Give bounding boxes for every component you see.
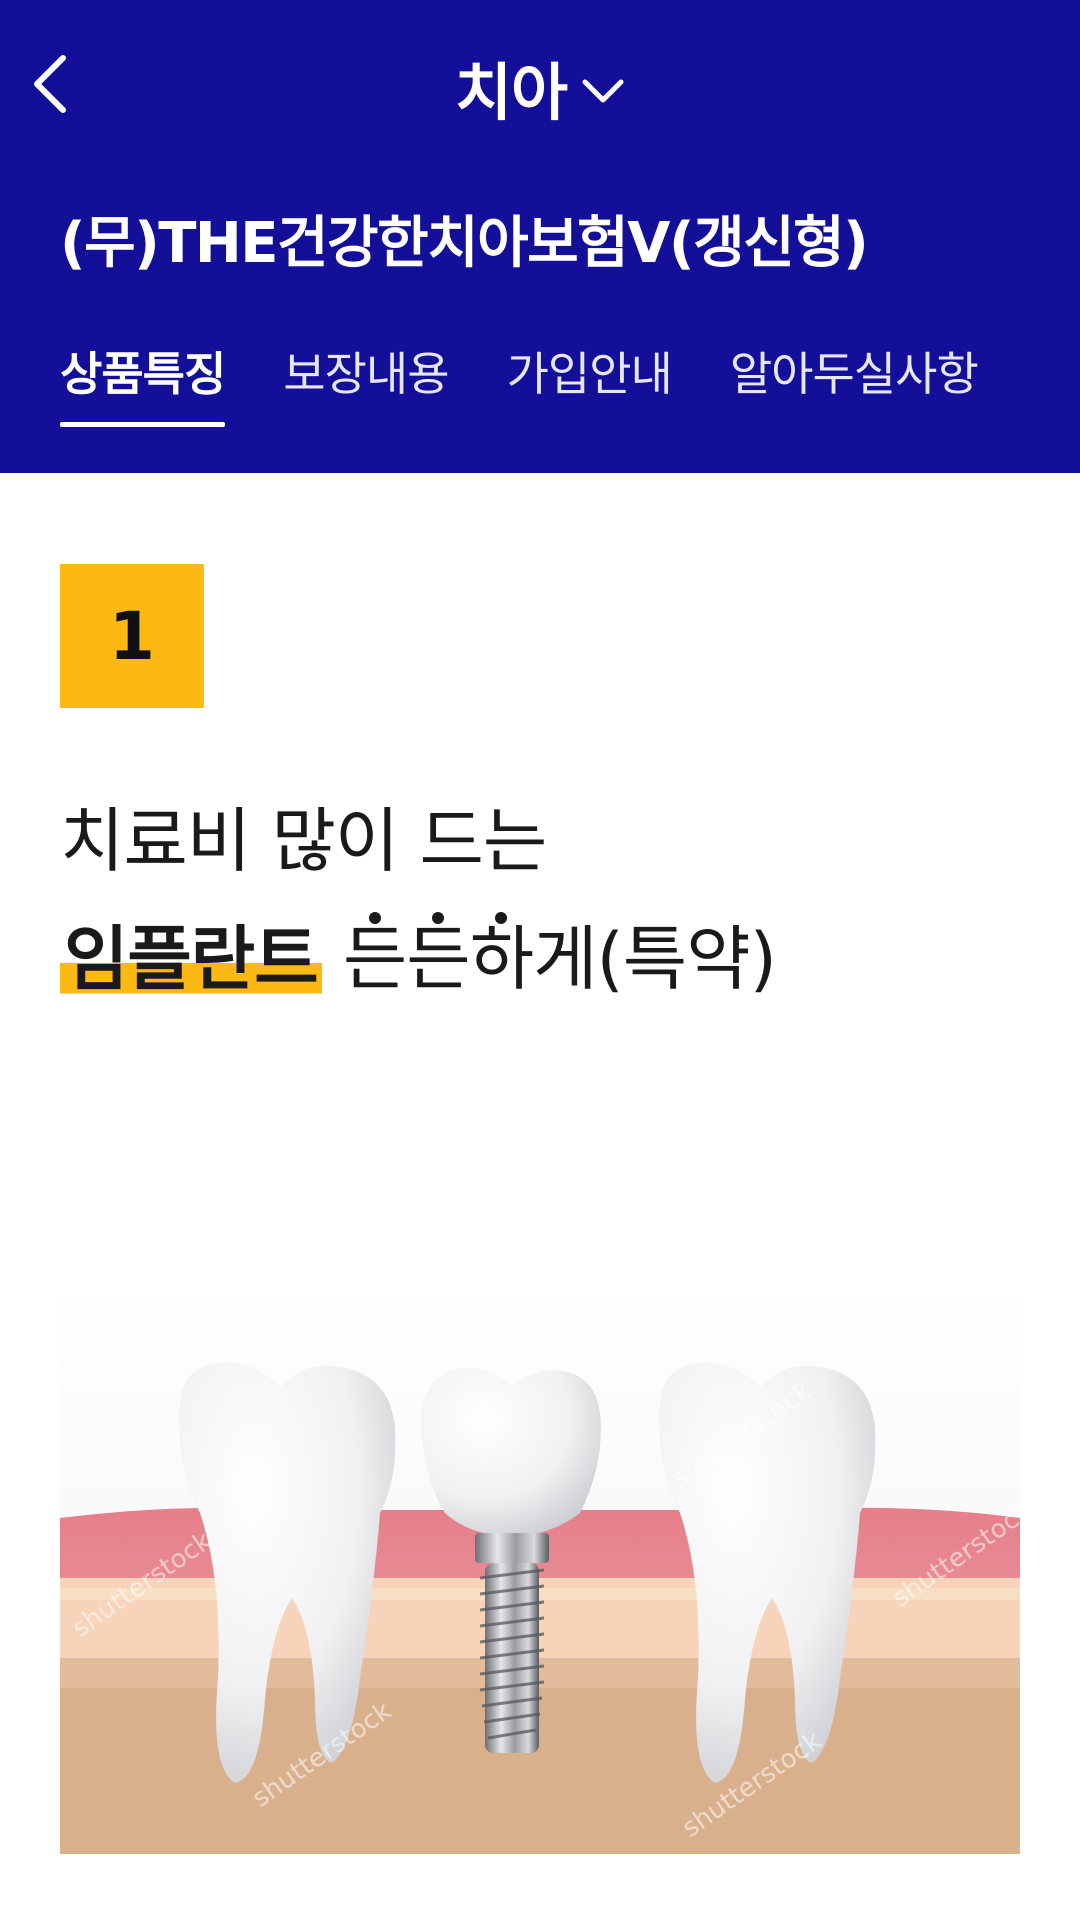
emphasis-char: 든 xyxy=(343,900,407,1018)
tab-notices[interactable]: 알아두실사항 xyxy=(730,338,979,428)
chevron-down-icon xyxy=(581,69,625,113)
product-name: (무)THE건강한치아보험V(갱신형) xyxy=(60,211,869,276)
emphasis-char: 하 xyxy=(470,900,534,1018)
headline-rest: 게(특약) xyxy=(533,918,777,1000)
feature-headline: 치료비 많이 드는 임플란트 든든하게(특약) xyxy=(60,782,777,1018)
tab-product-features[interactable]: 상품특징 xyxy=(60,338,226,428)
headline-line-2: 임플란트 든든하게(특약) xyxy=(60,900,777,1018)
feature-number-badge: 1 xyxy=(60,564,204,708)
dental-implant-illustration: shutterstock shutterstock shutterstock s… xyxy=(60,1278,1020,1854)
category-dropdown[interactable]: 치아 xyxy=(0,42,1080,132)
tab-bar: 상품특징 보장내용 가입안내 알아두실사항 xyxy=(60,338,1036,428)
highlight-text: 임플란트 xyxy=(60,918,322,1000)
tab-enrollment-guide[interactable]: 가입안내 xyxy=(507,338,673,428)
page-title: 치아 xyxy=(454,56,568,129)
headline-line-1: 치료비 많이 드는 xyxy=(60,800,547,882)
header: 치아 (무)THE건강한치아보험V(갱신형) 상품특징 보장내용 가입안내 알아… xyxy=(0,0,1080,473)
emphasis-char: 든 xyxy=(406,900,471,1018)
tab-coverage[interactable]: 보장내용 xyxy=(283,338,449,428)
